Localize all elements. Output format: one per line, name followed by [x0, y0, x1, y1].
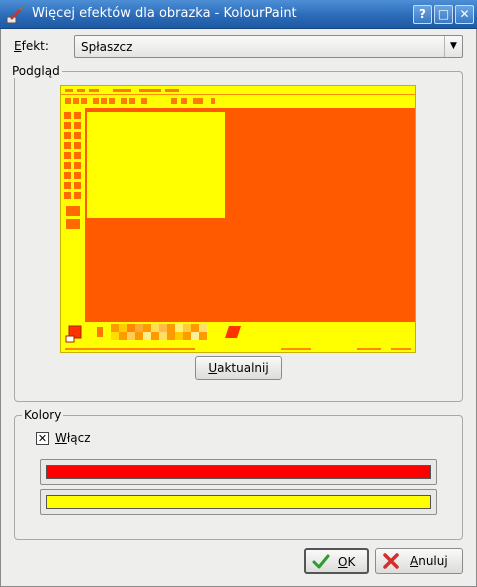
ok-button[interactable]: OK [304, 548, 369, 574]
update-button[interactable]: Uaktualnij [195, 356, 282, 380]
preview-group-title: Podgląd [10, 64, 62, 78]
effect-label: Efekt: [14, 39, 49, 53]
enable-checkbox-label[interactable]: Włącz [55, 431, 91, 445]
color2-swatch [46, 495, 431, 509]
effect-combo[interactable]: Spłaszcz ▼ [74, 35, 463, 58]
chevron-down-icon[interactable]: ▼ [444, 36, 462, 57]
colors-group-title: Kolory [22, 408, 64, 422]
paintbrush-icon [6, 6, 24, 24]
checkmark-icon [312, 554, 330, 569]
title-bar[interactable]: Więcej efektów dla obrazka - KolourPaint… [0, 0, 477, 29]
cancel-button[interactable]: Anuluj [375, 548, 463, 574]
enable-checkbox[interactable]: ✕ [36, 432, 49, 445]
cancel-x-icon [383, 553, 399, 569]
color1-swatch [46, 465, 431, 479]
ok-label: OK [338, 555, 356, 569]
help-button[interactable]: ? [413, 5, 432, 24]
cancel-label: Anuluj [410, 554, 448, 568]
window-title: Więcej efektów dla obrazka - KolourPaint [32, 6, 297, 21]
close-button[interactable]: ✕ [455, 5, 474, 24]
effect-combo-value: Spłaszcz [81, 40, 133, 54]
maximize-button[interactable]: □ [434, 5, 453, 24]
preview-image [60, 85, 416, 353]
preview-screenshot [61, 86, 415, 352]
color2-button[interactable] [40, 489, 437, 515]
color1-button[interactable] [40, 459, 437, 485]
